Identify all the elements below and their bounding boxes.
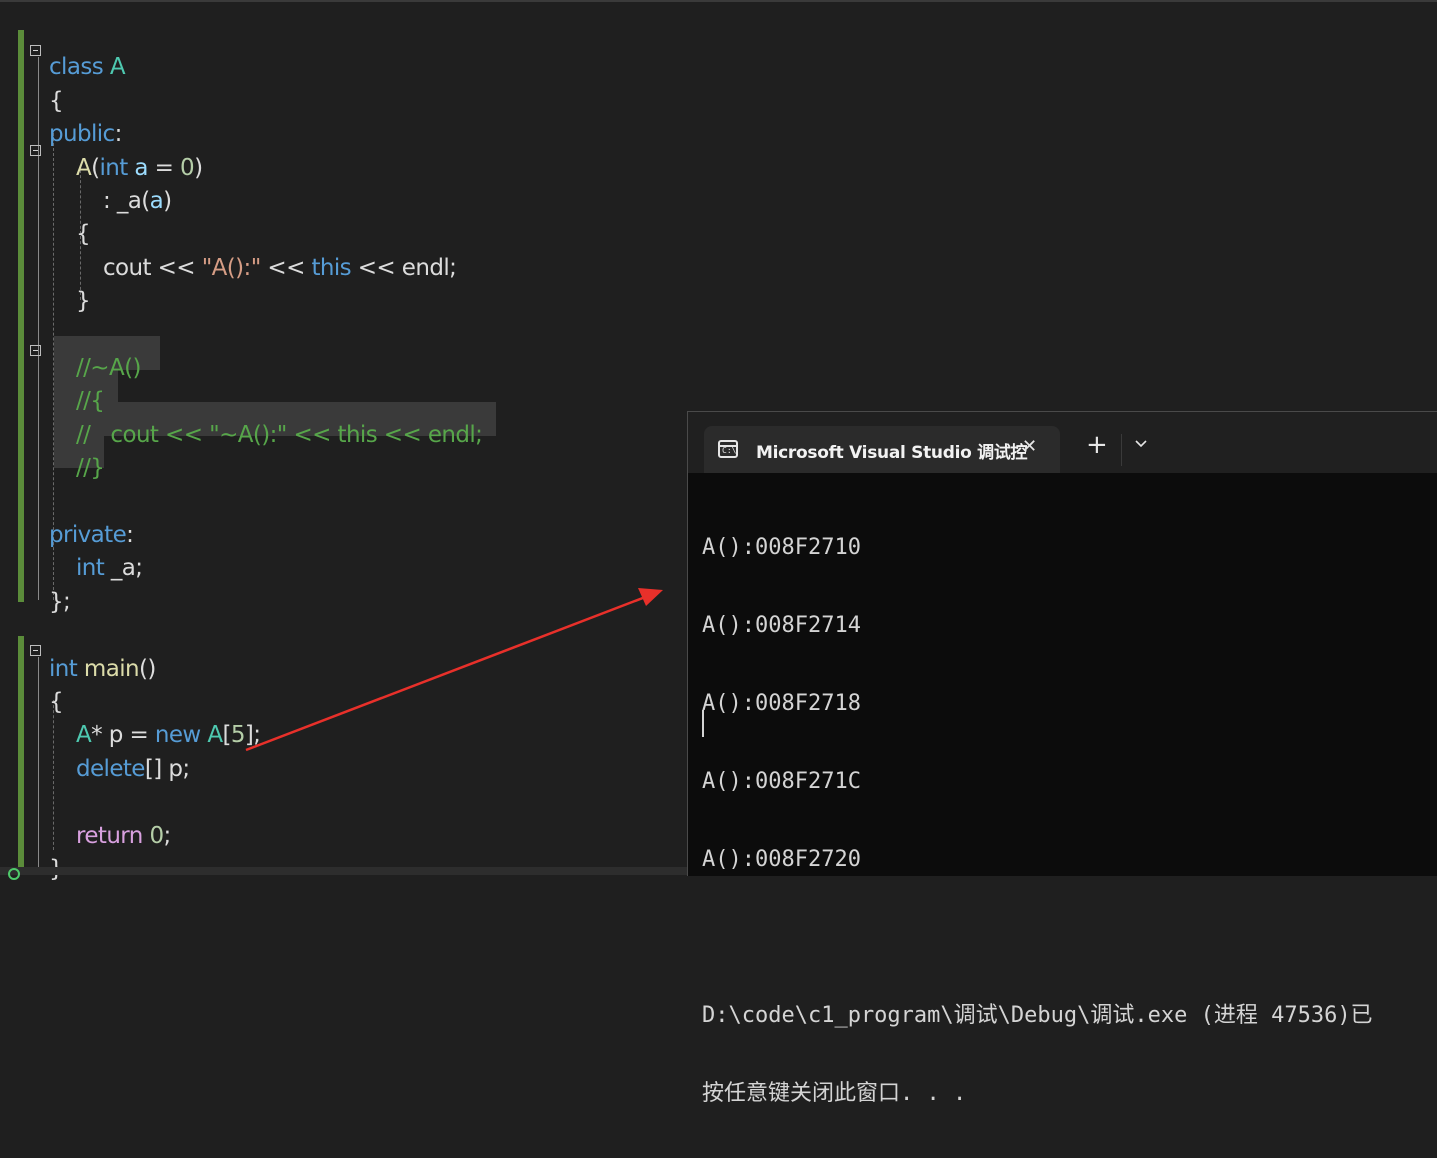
terminal-output: A():008F2710 A():008F2714 A():008F2718 A…: [702, 484, 1373, 1158]
terminal-tab-title: Microsoft Visual Studio 调试控: [756, 443, 1028, 463]
output-line: D:\code\c1_program\调试\Debug\调试.exe (进程 4…: [702, 1003, 1373, 1028]
output-line: A():008F2714: [702, 613, 861, 638]
console-icon-text: C:\: [722, 446, 737, 455]
terminal-tab-bar: C:\ Microsoft Visual Studio 调试控 ✕ +: [688, 412, 1437, 473]
output-line: 按任意键关闭此窗口. . .: [702, 1081, 967, 1106]
output-line: A():008F2718: [702, 691, 861, 716]
chevron-down-icon[interactable]: [1135, 440, 1147, 452]
output-line: A():008F2720: [702, 847, 861, 872]
new-tab-button[interactable]: +: [1086, 432, 1108, 458]
terminal-tab[interactable]: C:\ Microsoft Visual Studio 调试控 ✕: [704, 426, 1060, 473]
output-line: A():008F271C: [702, 769, 861, 794]
close-icon[interactable]: ✕: [1022, 436, 1037, 457]
tab-divider: [1121, 434, 1122, 466]
terminal-window[interactable]: C:\ Microsoft Visual Studio 调试控 ✕ + A():…: [687, 411, 1437, 1106]
output-line: A():008F2710: [702, 535, 861, 560]
console-icon: C:\: [718, 440, 738, 458]
text-cursor: [702, 710, 704, 737]
